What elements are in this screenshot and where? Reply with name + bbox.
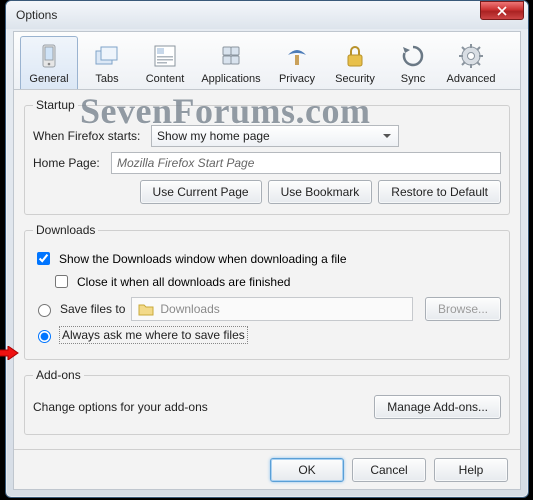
category-tabs: General Tabs Content Applications	[14, 32, 520, 90]
tab-label-advanced: Advanced	[447, 73, 496, 85]
content-icon	[137, 41, 193, 71]
save-folder-name: Downloads	[160, 302, 219, 316]
tab-tabs[interactable]: Tabs	[78, 36, 136, 89]
home-page-input[interactable]	[111, 152, 501, 174]
startup-legend: Startup	[33, 98, 78, 112]
save-files-to-label: Save files to	[60, 302, 125, 316]
tabs-icon	[79, 41, 135, 71]
folder-icon	[138, 302, 154, 316]
tab-label-applications: Applications	[201, 73, 260, 85]
tab-content[interactable]: Content	[136, 36, 194, 89]
tab-label-security: Security	[335, 73, 375, 85]
show-downloads-window-label: Show the Downloads window when downloadi…	[59, 252, 347, 266]
startup-group: Startup When Firefox starts: Show my hom…	[24, 98, 510, 215]
tab-label-general: General	[29, 73, 68, 85]
close-when-finished-checkbox[interactable]	[55, 275, 68, 288]
show-downloads-window-checkbox[interactable]	[37, 252, 50, 265]
tab-label-privacy: Privacy	[279, 73, 315, 85]
privacy-icon	[269, 41, 325, 71]
tab-label-sync: Sync	[401, 73, 425, 85]
window-title: Options	[16, 8, 57, 22]
content-area: General Tabs Content Applications	[13, 31, 521, 490]
when-firefox-starts-label: When Firefox starts:	[33, 129, 151, 143]
save-files-to-radio[interactable]	[38, 304, 51, 317]
advanced-icon	[443, 41, 499, 71]
help-button[interactable]: Help	[434, 458, 508, 482]
tab-label-tabs: Tabs	[95, 73, 118, 85]
always-ask-radio[interactable]	[38, 330, 51, 343]
tab-general[interactable]: General	[20, 36, 78, 89]
tab-sync[interactable]: Sync	[384, 36, 442, 89]
addons-group: Add-ons Change options for your add-ons …	[24, 368, 510, 435]
arrow-callout-icon	[0, 346, 19, 360]
tab-privacy[interactable]: Privacy	[268, 36, 326, 89]
close-when-finished-label: Close it when all downloads are finished	[77, 275, 290, 289]
tab-label-content: Content	[146, 73, 185, 85]
addons-desc: Change options for your add-ons	[33, 400, 208, 414]
save-folder-display: Downloads	[131, 297, 413, 321]
cancel-button[interactable]: Cancel	[352, 458, 426, 482]
use-bookmark-button[interactable]: Use Bookmark	[268, 180, 373, 204]
dialog-buttons: OK Cancel Help	[14, 449, 520, 489]
titlebar[interactable]: Options	[6, 1, 528, 29]
general-icon	[21, 41, 77, 71]
options-window: Options General Tabs	[5, 0, 529, 498]
tab-applications[interactable]: Applications	[194, 36, 268, 89]
close-button[interactable]	[480, 1, 524, 20]
use-current-page-button[interactable]: Use Current Page	[140, 180, 262, 204]
browse-button[interactable]: Browse...	[425, 297, 501, 321]
close-icon	[497, 6, 507, 16]
sync-icon	[385, 41, 441, 71]
ok-button[interactable]: OK	[270, 458, 344, 482]
restore-default-button[interactable]: Restore to Default	[378, 180, 501, 204]
addons-legend: Add-ons	[33, 368, 84, 382]
when-firefox-starts-select[interactable]: Show my home page	[151, 125, 399, 147]
security-icon	[327, 41, 383, 71]
always-ask-label: Always ask me where to save files	[60, 327, 247, 343]
downloads-group: Downloads Show the Downloads window when…	[24, 223, 510, 360]
applications-icon	[195, 41, 267, 71]
tab-security[interactable]: Security	[326, 36, 384, 89]
tab-advanced[interactable]: Advanced	[442, 36, 500, 89]
home-page-label: Home Page:	[33, 156, 111, 170]
downloads-legend: Downloads	[33, 223, 98, 237]
general-panel: Startup When Firefox starts: Show my hom…	[14, 90, 520, 489]
manage-addons-button[interactable]: Manage Add-ons...	[374, 395, 501, 419]
